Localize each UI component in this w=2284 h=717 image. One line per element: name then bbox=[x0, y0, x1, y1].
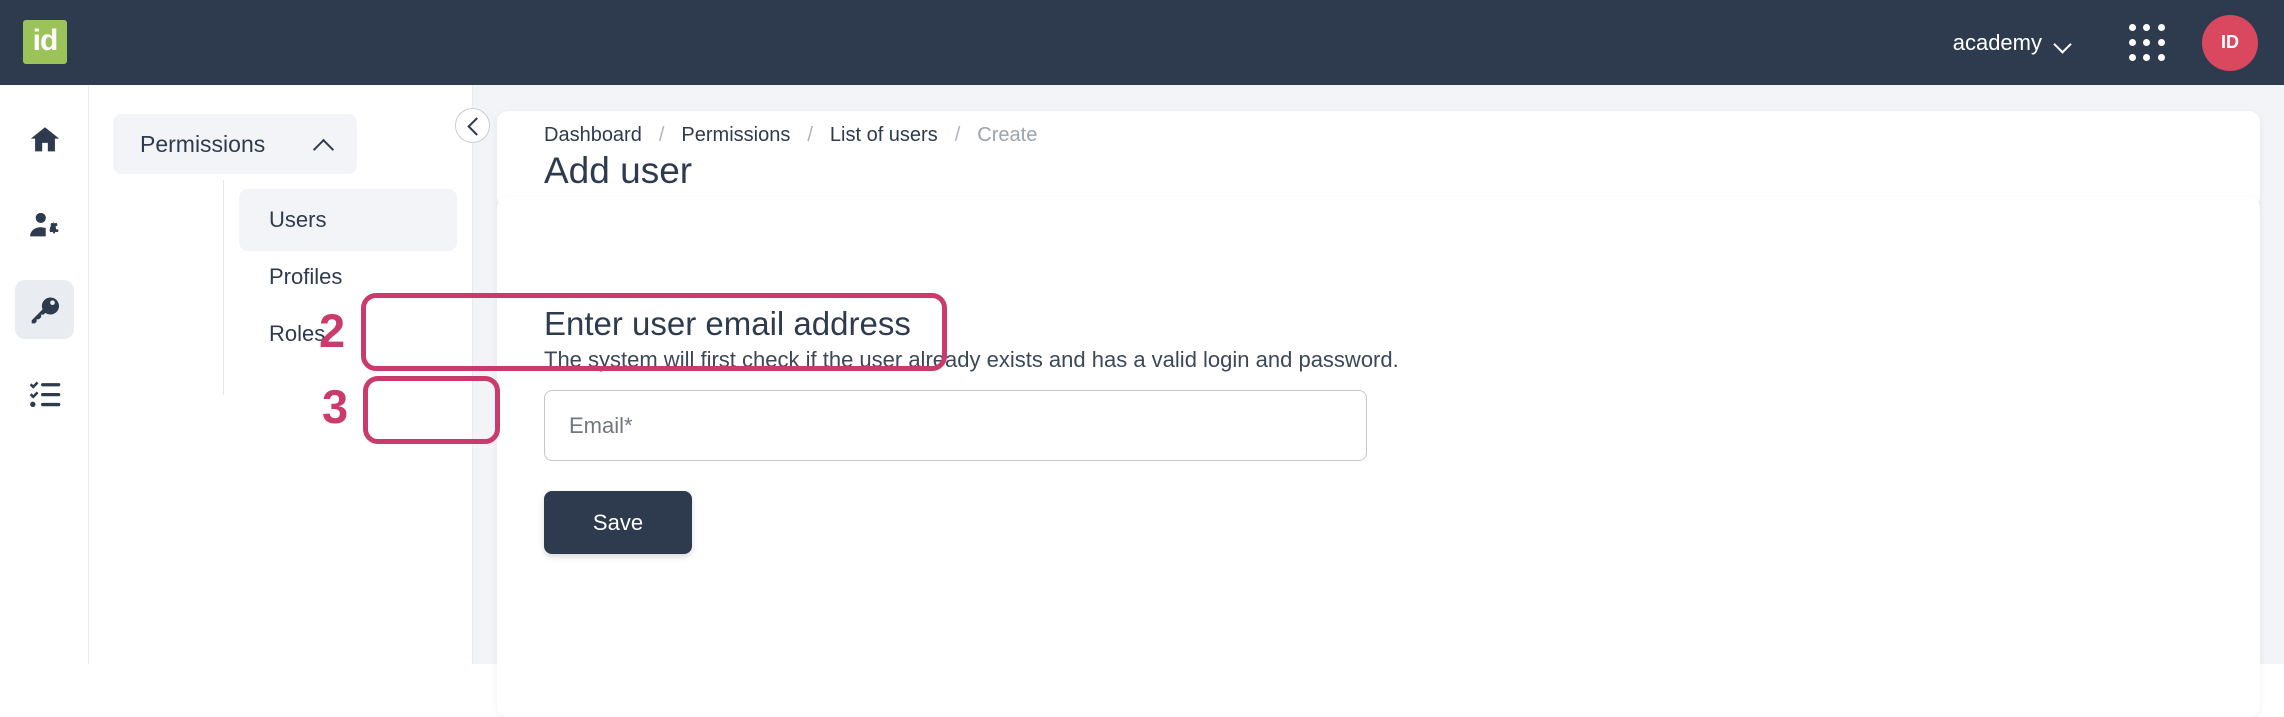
apps-dot bbox=[2158, 24, 2166, 32]
apps-dot bbox=[2158, 38, 2166, 46]
apps-dot bbox=[2128, 24, 2136, 32]
rail-item-home[interactable] bbox=[15, 110, 74, 169]
chevron-left-icon bbox=[469, 120, 481, 132]
sidebar-item-roles[interactable]: Roles bbox=[239, 303, 457, 365]
apps-dot bbox=[2128, 38, 2136, 46]
icon-rail bbox=[0, 85, 89, 664]
form-card: Enter user email address The system will… bbox=[497, 197, 2260, 717]
rail-item-checklist[interactable] bbox=[15, 365, 74, 424]
key-icon bbox=[28, 293, 62, 327]
breadcrumb-item-list-of-users[interactable]: List of users bbox=[830, 124, 938, 147]
apps-dot bbox=[2128, 53, 2136, 61]
form-heading: Enter user email address bbox=[544, 305, 911, 342]
brand-logo[interactable]: id bbox=[23, 20, 67, 64]
breadcrumb-item-create: Create bbox=[977, 124, 1038, 146]
chevron-down-icon bbox=[2055, 38, 2072, 48]
sidebar-item-label: Profiles bbox=[269, 264, 343, 289]
subnav-section-permissions[interactable]: Permissions bbox=[113, 114, 357, 174]
checklist-icon bbox=[28, 378, 62, 412]
breadcrumb-separator: / bbox=[807, 124, 813, 146]
form-description: The system will first check if the user … bbox=[544, 347, 1399, 372]
sidebar-collapse-button[interactable] bbox=[455, 108, 490, 143]
page-header-card: Dashboard / Permissions / List of users … bbox=[497, 111, 2260, 208]
breadcrumb-item-permissions[interactable]: Permissions bbox=[681, 124, 790, 147]
email-field[interactable] bbox=[544, 390, 1367, 461]
sidebar-item-users[interactable]: Users bbox=[239, 189, 457, 251]
secondary-nav: Permissions Users Profiles Roles bbox=[89, 85, 473, 664]
apps-grid-icon[interactable] bbox=[2128, 24, 2166, 62]
subnav-divider bbox=[223, 180, 224, 395]
breadcrumb-item-dashboard[interactable]: Dashboard bbox=[544, 124, 642, 147]
tenant-selector[interactable]: academy bbox=[1953, 30, 2072, 56]
topbar-right-group: academy ID bbox=[1953, 0, 2258, 85]
page-title: Add user bbox=[544, 150, 693, 191]
apps-dot bbox=[2143, 24, 2151, 32]
breadcrumb: Dashboard / Permissions / List of users … bbox=[544, 124, 1037, 147]
apps-dot bbox=[2158, 53, 2166, 61]
avatar[interactable]: ID bbox=[2202, 14, 2258, 71]
rail-item-permissions[interactable] bbox=[15, 280, 74, 339]
tenant-label: academy bbox=[1952, 29, 2042, 55]
breadcrumb-separator: / bbox=[954, 124, 961, 146]
subnav-section-label: Permissions bbox=[140, 130, 266, 157]
apps-dot bbox=[2143, 38, 2151, 46]
sidebar-item-profiles[interactable]: Profiles bbox=[239, 246, 457, 308]
breadcrumb-separator: / bbox=[658, 124, 665, 146]
sidebar-item-label: Roles bbox=[269, 321, 326, 346]
rail-item-user-settings[interactable] bbox=[15, 195, 74, 254]
home-icon bbox=[28, 123, 62, 157]
main-content: Dashboard / Permissions / List of users … bbox=[473, 85, 2284, 717]
apps-dot bbox=[2143, 53, 2151, 61]
save-button[interactable]: Save bbox=[544, 491, 692, 554]
sidebar-item-label: Users bbox=[269, 207, 327, 232]
chevron-up-icon bbox=[313, 138, 335, 151]
user-settings-icon bbox=[28, 208, 62, 242]
top-bar: id academy ID bbox=[0, 0, 2284, 85]
